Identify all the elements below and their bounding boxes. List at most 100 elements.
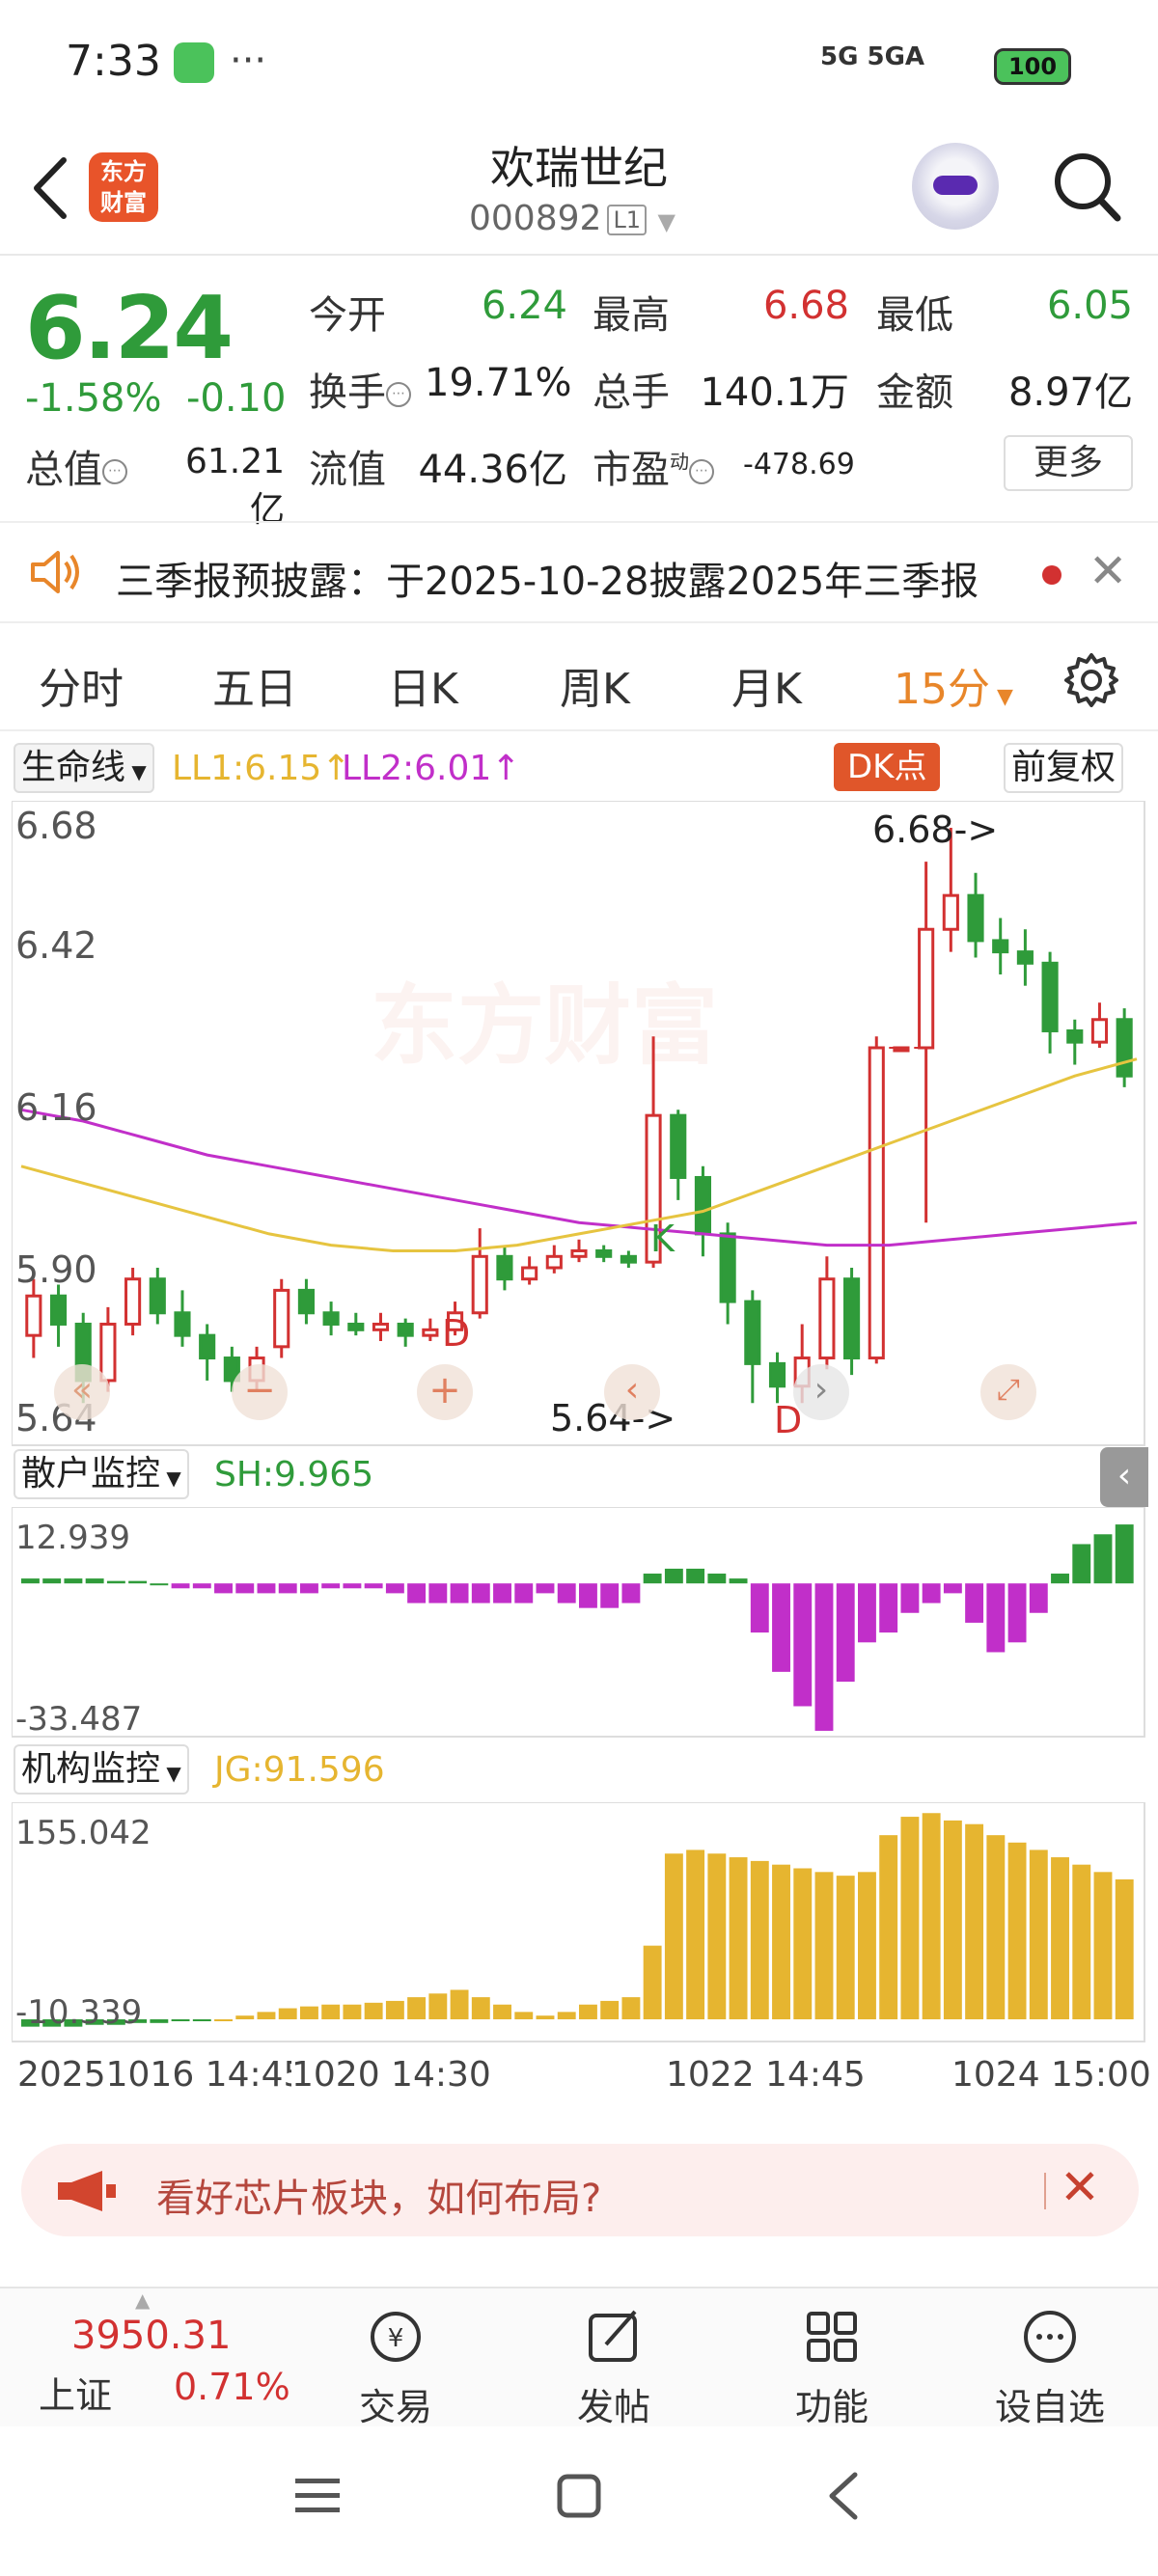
candle-body [49,1294,68,1326]
candle-body [967,893,984,943]
indicator-bar [64,1578,83,1584]
institution-indicator-select[interactable]: 机构监控 ▼ [14,1744,189,1795]
indicator-bar [343,2004,362,2019]
indicator-bar [1072,1544,1091,1584]
adjust-button[interactable]: 前复权 [1004,743,1124,793]
dk-button[interactable]: DK点 [834,743,941,791]
indicator-bar [707,1853,727,2019]
indicator-bar [128,1580,148,1584]
candle-body [322,1311,340,1326]
indicator-bar [1115,1524,1134,1584]
candle-body [372,1322,390,1331]
indicator-bar [965,1583,984,1623]
indicator-bar [428,1993,448,2019]
tab-15min[interactable]: 15分 ▼ [894,654,1013,716]
indicator-bar [621,1583,641,1603]
nav-functions[interactable]: 功能 [764,2288,899,2428]
indicator-bar [450,1989,469,2019]
indicator-select[interactable]: 生命线 ▼ [14,743,154,793]
fullscreen-icon[interactable]: ⤢ [980,1364,1036,1420]
tab-weekly-k[interactable]: 周K [560,654,630,716]
indicator-bar [364,2002,383,2019]
index-change: 0.71% [174,2366,290,2408]
nav-post[interactable]: 发帖 [546,2288,681,2428]
indicator-bar [900,1817,920,2019]
settings-gear-icon[interactable] [1062,650,1121,710]
pe-label: 市盈动 ⋯ [593,438,714,494]
candle-body [818,1277,836,1360]
indicator-bar [943,1820,962,2019]
tab-five-day[interactable]: 五日 [212,654,297,716]
indicator-bar [579,1583,597,1608]
search-icon[interactable] [1050,149,1123,226]
indicator-bar [579,2004,597,2019]
assistant-robot-icon[interactable] [912,143,999,230]
indicator-bar [150,1583,169,1586]
x-axis: 20251016 14:45 1020 14:30 1022 14:45 102… [0,2045,1158,2103]
indicator-bar [321,1583,341,1589]
indicator-bar [407,1583,427,1603]
indicator-bar [836,1876,855,2019]
tab-monthly-k[interactable]: 月K [731,654,802,716]
indicator-bar [1007,1842,1027,2019]
candle-body [174,1311,191,1337]
indicator-bar [1029,1850,1048,2019]
notice-bar[interactable]: 三季报预披露：于2025-10-28披露2025年三季报 ✕ [0,521,1158,623]
more-dots-icon: ··· [230,39,267,83]
ll2-value: LL2:6.01↑ [342,749,521,788]
y-label: 6.42 [15,924,97,967]
indicator-bar [471,1997,490,2019]
watermark: 东方财富 [371,975,718,1077]
candle-body [149,1277,166,1315]
collapse-panel-icon[interactable]: ‹ [1100,1447,1148,1507]
nav-trade[interactable]: ¥ 交易 [328,2288,463,2428]
tab-intraday[interactable]: 分时 [39,654,124,716]
indicator-bar [192,1583,211,1589]
scroll-left-icon[interactable]: ‹ [604,1364,660,1420]
indicator-bar [922,1813,941,2019]
indicator-bar [879,1583,898,1633]
more-button[interactable]: 更多 [1004,435,1133,491]
float-value: 44.36亿 [418,448,567,492]
close-icon[interactable]: ✕ [1060,2159,1100,2215]
home-icon[interactable] [556,2473,602,2519]
kline-chart[interactable]: 6.68 6.42 6.16 5.90 5.64 东方财富 6.68-> 5.6… [12,801,1146,1447]
indicator-bar [514,1583,534,1603]
menu-icon[interactable] [293,2475,342,2517]
candle-body [595,1248,613,1258]
candle-body [545,1254,563,1270]
status-bar: 7:33 ··· 5G 5GA 100 [0,0,1158,125]
candle-body [273,1288,290,1349]
scroll-right-icon[interactable]: › [793,1364,849,1420]
candle-body [422,1328,439,1337]
indicator-bar [300,2006,318,2019]
candle-body [124,1277,142,1326]
nav-add-watchlist[interactable]: 设自选 [982,2288,1117,2428]
tab-daily-k[interactable]: 日K [388,654,458,716]
quote-panel: 6.24 -1.58% -0.10 今开 6.24 最高 6.68 最低 6.0… [0,259,1158,530]
indicator-bar [793,1868,813,2019]
promo-banner[interactable]: 看好芯片板块，如何布局? ✕ [21,2144,1139,2236]
candle-body [942,893,959,931]
close-icon[interactable]: ✕ [1089,544,1127,598]
indicator-bar [106,1580,125,1584]
stock-code-row[interactable]: 000892 L1 ▼ [469,199,676,238]
indicator-bar [214,2019,233,2021]
indicator-bar [729,1578,748,1584]
zoom-in-icon[interactable]: + [417,1364,473,1420]
scroll-left-fast-icon[interactable]: « [54,1364,110,1420]
indicator-bar [1007,1583,1027,1643]
zoom-out-icon[interactable]: − [232,1364,288,1420]
trade-icon: ¥ [371,2312,421,2362]
indicator-bar [686,1850,705,2019]
index-ticker[interactable]: ▲ 3950.31 上证 0.71% [0,2288,290,2428]
back-nav-icon[interactable] [824,2471,863,2521]
y-label: 6.16 [15,1086,97,1129]
sub2-ymax: 155.042 [15,1814,152,1852]
ll1-value: LL1:6.15↑ [172,749,351,788]
indicator-bar [235,1583,255,1594]
indicator-bar [900,1583,920,1613]
retail-indicator-select[interactable]: 散户监控 ▼ [14,1449,189,1499]
indicator-bar [192,2019,211,2021]
open-value: 6.24 [481,284,567,328]
